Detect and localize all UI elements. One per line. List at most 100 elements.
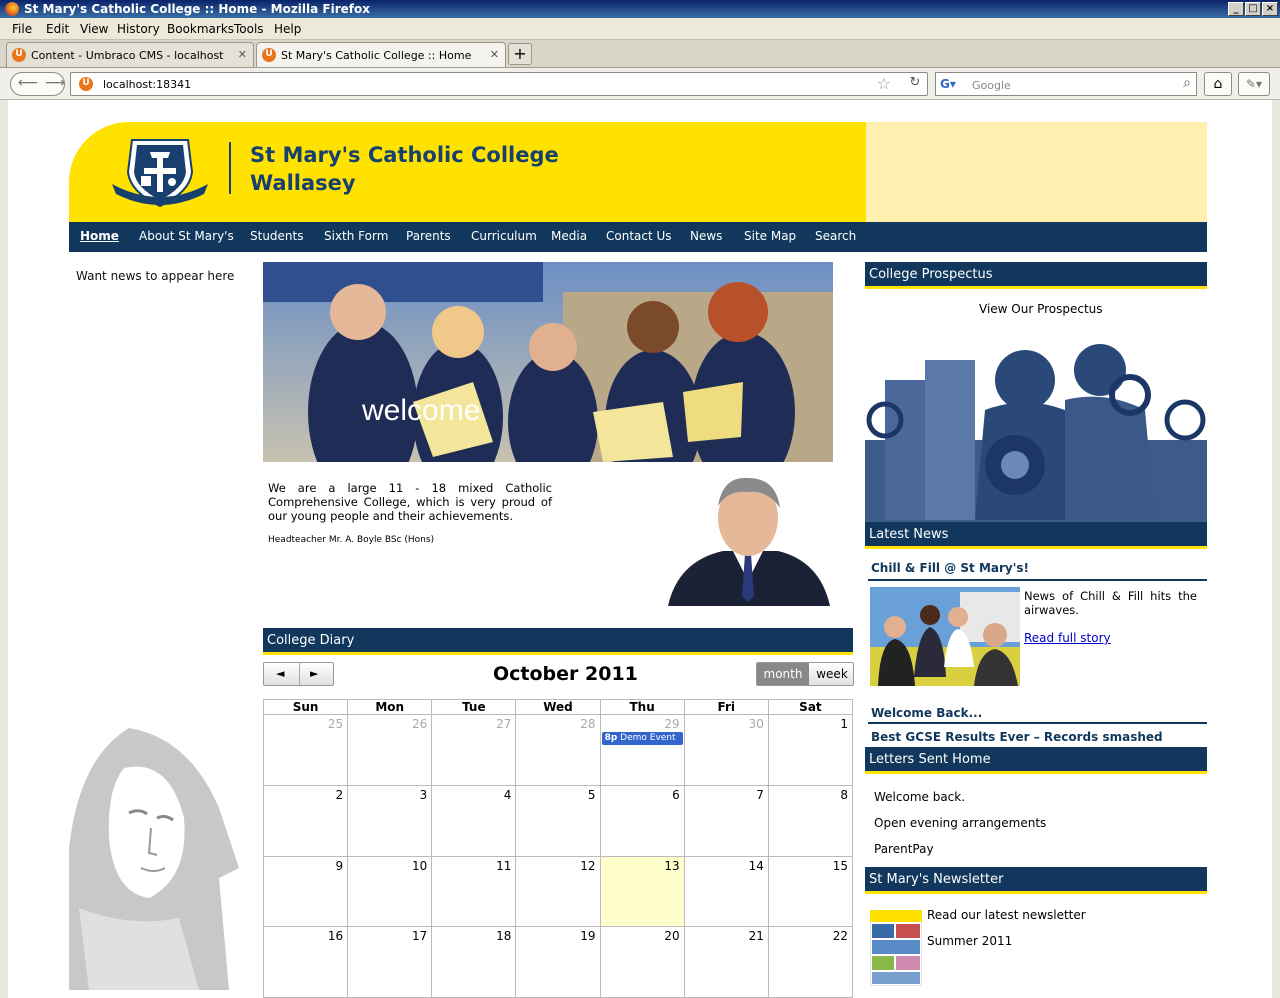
nav-sixth-form[interactable]: Sixth Form (324, 229, 388, 243)
calendar-day-cell[interactable]: 29 8p Demo Event (599, 714, 685, 786)
calendar-day-cell[interactable]: 27 (431, 714, 517, 786)
day-header: Sat (767, 699, 854, 715)
calendar-view-switch: month week (756, 662, 854, 686)
nav-news[interactable]: News (690, 229, 722, 243)
calendar-event[interactable]: 8p Demo Event (601, 732, 683, 745)
close-button[interactable]: × (1262, 2, 1278, 16)
bookmark-star-icon[interactable]: ☆ (877, 74, 891, 93)
menu-bookmarks[interactable]: Bookmarks (167, 22, 234, 36)
calendar-day-cell[interactable]: 19 (515, 926, 601, 998)
nav-about[interactable]: About St Mary's (139, 229, 234, 243)
calendar-day-cell[interactable]: 28 (515, 714, 601, 786)
menu-edit[interactable]: Edit (46, 22, 69, 36)
letter-link[interactable]: Welcome back. (874, 790, 965, 804)
scrollbar[interactable] (1272, 100, 1280, 998)
google-icon[interactable]: G▾ (940, 77, 956, 91)
nav-search[interactable]: Search (815, 229, 856, 243)
home-button[interactable]: ⌂ (1204, 72, 1232, 96)
calendar-day-cell[interactable]: 5 (515, 784, 601, 857)
calendar-day-cell[interactable]: 22 (767, 926, 854, 998)
tab-strip: U Content - Umbraco CMS - localhost ✕ U … (0, 40, 1280, 68)
event-title: Demo Event (620, 733, 676, 743)
calendar-day-cell[interactable]: 15 (767, 855, 854, 928)
search-icon[interactable]: ⌕ (1183, 75, 1191, 91)
nav-students[interactable]: Students (250, 229, 304, 243)
newsletter-heading: St Mary's Newsletter (869, 872, 1004, 887)
school-crest-logo (112, 139, 208, 208)
calendar-week-row: 25 26 27 28 29 8p Demo Event 30 1 (262, 714, 854, 786)
minimize-button[interactable]: _ (1228, 2, 1244, 16)
calendar-day-cell[interactable]: 18 (431, 926, 517, 998)
nav-media[interactable]: Media (551, 229, 587, 243)
calendar-day-cell[interactable]: 10 (347, 855, 433, 928)
tab-close-icon[interactable]: ✕ (238, 48, 247, 61)
new-tab-button[interactable]: + (508, 43, 532, 65)
school-location: Wallasey (250, 171, 356, 195)
calendar-month-button[interactable]: month (757, 663, 809, 685)
address-bar[interactable]: U localhost:18341 ☆ ↻ (70, 72, 928, 96)
day-header: Sun (262, 699, 349, 715)
search-bar[interactable]: G▾ Google ⌕ (935, 72, 1197, 96)
menu-tools[interactable]: Tools (234, 22, 264, 36)
calendar-day-cell-today[interactable]: 13 (599, 855, 685, 928)
back-arrow-icon[interactable]: ⟵ (18, 75, 38, 91)
menu-file[interactable]: File (12, 22, 32, 36)
calendar-day-cell[interactable]: 14 (683, 855, 769, 928)
nav-home[interactable]: Home (80, 229, 119, 243)
tab-home[interactable]: U St Mary's Catholic College :: Home ✕ (256, 42, 506, 67)
calendar-next-button[interactable]: ► (310, 667, 318, 680)
newsletter-link[interactable]: Summer 2011 (927, 934, 1012, 948)
letter-link[interactable]: Open evening arrangements (874, 816, 1046, 830)
calendar-day-cell[interactable]: 12 (515, 855, 601, 928)
view-prospectus-link[interactable]: View Our Prospectus (979, 302, 1103, 316)
calendar-day-cell[interactable]: 4 (431, 784, 517, 857)
calendar-day-cell[interactable]: 3 (347, 784, 433, 857)
calendar-day-cell[interactable]: 26 (347, 714, 433, 786)
calendar-week-button[interactable]: week (809, 663, 853, 685)
umbraco-icon: U (262, 48, 276, 62)
nav-site-map[interactable]: Site Map (744, 229, 796, 243)
nav-contact[interactable]: Contact Us (606, 229, 672, 243)
url-text[interactable]: localhost:18341 (103, 78, 191, 91)
calendar-day-cell[interactable]: 6 (599, 784, 685, 857)
newsletter-link[interactable]: Read our latest newsletter (927, 908, 1086, 922)
main-nav: Home About St Mary's Students Sixth Form… (69, 222, 1207, 252)
reload-icon[interactable]: ↻ (906, 75, 924, 93)
nav-curriculum[interactable]: Curriculum (471, 229, 537, 243)
calendar-day-cell[interactable]: 2 (262, 784, 349, 857)
tab-close-icon[interactable]: ✕ (490, 48, 499, 61)
tab-label: St Mary's Catholic College :: Home (281, 49, 472, 62)
calendar-day-cell[interactable]: 9 (262, 855, 349, 928)
calendar-day-cell[interactable]: 7 (683, 784, 769, 857)
calendar-day-cell[interactable]: 25 (262, 714, 349, 786)
nav-parents[interactable]: Parents (406, 229, 451, 243)
calendar-prev-button[interactable]: ◄ (276, 667, 284, 680)
calendar-day-cell[interactable]: 17 (347, 926, 433, 998)
news-item-title[interactable]: Chill & Fill @ St Mary's! (871, 561, 1029, 575)
calendar-day-cell[interactable]: 21 (683, 926, 769, 998)
read-full-story-link[interactable]: Read full story (1024, 631, 1111, 645)
letter-link[interactable]: ParentPay (874, 842, 934, 856)
menu-help[interactable]: Help (274, 22, 301, 36)
tab-label: Content - Umbraco CMS - localhost (31, 49, 224, 62)
maximize-button[interactable]: □ (1245, 2, 1261, 16)
menu-view[interactable]: View (80, 22, 108, 36)
calendar-day-cell[interactable]: 8 (767, 784, 854, 857)
forward-arrow-icon[interactable]: ⟶ (45, 75, 65, 91)
news-item-title[interactable]: Best GCSE Results Ever – Records smashed (871, 730, 1163, 744)
back-forward-buttons[interactable]: ⟵ ⟶ (10, 72, 65, 96)
window-titlebar: St Mary's Catholic College :: Home - Moz… (0, 0, 1280, 18)
calendar-day-cell[interactable]: 11 (431, 855, 517, 928)
addon-button[interactable]: ✎▾ (1238, 72, 1270, 96)
diary-heading: College Diary (267, 633, 355, 648)
calendar-day-cell[interactable]: 30 (683, 714, 769, 786)
calendar-day-cell[interactable]: 1 (767, 714, 854, 786)
search-placeholder[interactable]: Google (972, 79, 1011, 92)
tab-umbraco[interactable]: U Content - Umbraco CMS - localhost ✕ (6, 42, 254, 67)
news-item-title[interactable]: Welcome Back... (871, 706, 982, 720)
menu-history[interactable]: History (117, 22, 160, 36)
calendar-day-cell[interactable]: 20 (599, 926, 685, 998)
window-border (0, 100, 8, 998)
calendar-day-cell[interactable]: 16 (262, 926, 349, 998)
day-header: Thu (599, 699, 685, 715)
